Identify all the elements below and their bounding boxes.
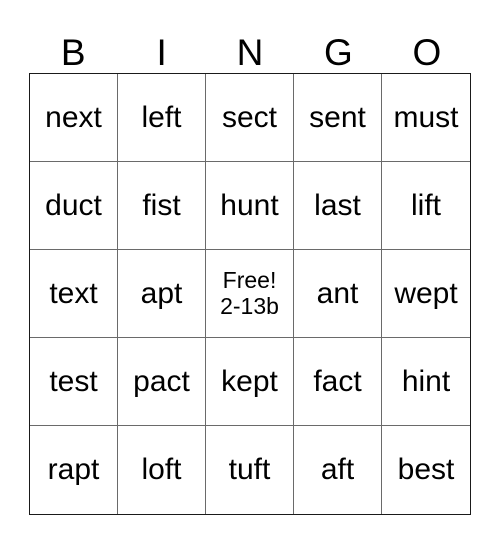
bingo-cell-n4[interactable]: kept: [206, 338, 294, 426]
bingo-cell-i1[interactable]: left: [118, 74, 206, 162]
bingo-cell-o1[interactable]: must: [382, 74, 470, 162]
bingo-cell-b4[interactable]: test: [30, 338, 118, 426]
bingo-header-letter-n: N: [236, 32, 264, 73]
bingo-cell-b1[interactable]: next: [30, 74, 118, 162]
bingo-cell-free-space[interactable]: Free! 2-13b: [206, 250, 294, 338]
bingo-grid: next left sect sent must duct fist hunt …: [29, 73, 471, 515]
bingo-cell-b2[interactable]: duct: [30, 162, 118, 250]
bingo-cell-i5[interactable]: loft: [118, 426, 206, 514]
bingo-header-letter-i: I: [156, 32, 167, 73]
bingo-header-letter-g: G: [324, 32, 353, 73]
bingo-cell-b3[interactable]: text: [30, 250, 118, 338]
free-space-label: Free!: [222, 266, 277, 293]
bingo-cell-o3[interactable]: wept: [382, 250, 470, 338]
bingo-header-row: B I N G O: [29, 18, 471, 73]
bingo-cell-n2[interactable]: hunt: [206, 162, 294, 250]
bingo-cell-i2[interactable]: fist: [118, 162, 206, 250]
bingo-cell-g2[interactable]: last: [294, 162, 382, 250]
bingo-cell-o5[interactable]: best: [382, 426, 470, 514]
bingo-cell-o2[interactable]: lift: [382, 162, 470, 250]
bingo-card: B I N G O next left sect sent must duct …: [0, 0, 500, 544]
free-space-code: 2-13b: [220, 292, 279, 319]
bingo-cell-g1[interactable]: sent: [294, 74, 382, 162]
bingo-cell-i4[interactable]: pact: [118, 338, 206, 426]
bingo-cell-n5[interactable]: tuft: [206, 426, 294, 514]
bingo-cell-g5[interactable]: aft: [294, 426, 382, 514]
bingo-cell-i3[interactable]: apt: [118, 250, 206, 338]
bingo-cell-g4[interactable]: fact: [294, 338, 382, 426]
bingo-cell-o4[interactable]: hint: [382, 338, 470, 426]
bingo-cell-g3[interactable]: ant: [294, 250, 382, 338]
bingo-header-letter-o: O: [412, 32, 442, 73]
bingo-cell-n1[interactable]: sect: [206, 74, 294, 162]
bingo-cell-b5[interactable]: rapt: [30, 426, 118, 514]
bingo-header-letter-b: B: [60, 32, 86, 73]
